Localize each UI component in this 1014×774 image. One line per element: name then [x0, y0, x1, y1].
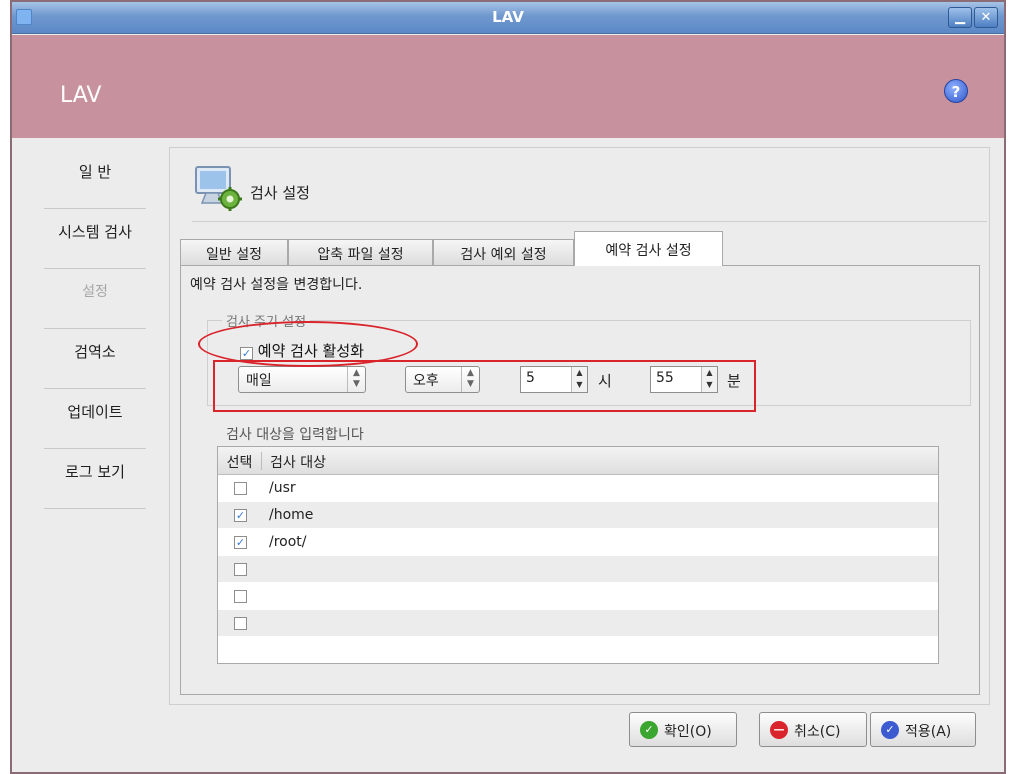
table-row[interactable]: ✓ /home [218, 502, 938, 529]
content-title: 검사 설정 [250, 184, 310, 202]
monitor-gear-icon [195, 166, 242, 211]
check-icon: ✓ [640, 721, 658, 739]
minimize-button[interactable]: ▁ [948, 7, 972, 28]
ok-button[interactable]: ✓ 확인(O) [629, 712, 737, 747]
sidebar-item-general[interactable]: 일 반 [44, 149, 146, 209]
ok-button-label: 확인(O) [664, 724, 712, 740]
settings-content: 검사 설정 일반 설정 압축 파일 설정 검사 예외 설정 예약 검사 설정 예… [169, 147, 990, 705]
row-path: /root/ [269, 534, 307, 550]
tab-bar: 일반 설정 압축 파일 설정 검사 예외 설정 예약 검사 설정 [180, 231, 980, 266]
title-bar[interactable]: LAV ▁ ✕ [12, 2, 1004, 34]
sidebar-item-settings[interactable]: 설정 [44, 269, 146, 329]
tab-general-settings[interactable]: 일반 설정 [180, 239, 288, 266]
main-area: 일 반 시스템 검사 설정 검역소 업데이트 로그 보기 검사 설정 일반 설정… [12, 139, 1004, 772]
tab-exclusion-settings[interactable]: 검사 예외 설정 [433, 239, 574, 266]
row-path: /usr [269, 480, 296, 496]
help-icon[interactable]: ? [944, 79, 968, 103]
annotation-rectangle [213, 360, 756, 412]
content-header: 검사 설정 [192, 160, 987, 222]
column-header-select[interactable]: 선택 [218, 452, 262, 471]
minus-icon: — [770, 721, 788, 739]
close-button[interactable]: ✕ [974, 7, 998, 28]
apply-button[interactable]: ✓ 적용(A) [870, 712, 976, 747]
row-checkbox[interactable] [234, 563, 247, 576]
row-checkbox[interactable] [234, 482, 247, 495]
tab-scheduled-scan-settings[interactable]: 예약 검사 설정 [574, 231, 723, 266]
targets-table: 선택 검사 대상 /usr ✓ /home ✓ /root/ [217, 446, 939, 664]
sidebar-item-system-scan[interactable]: 시스템 검사 [44, 209, 146, 269]
row-checkbox[interactable]: ✓ [234, 509, 247, 522]
row-checkbox[interactable] [234, 590, 247, 603]
table-header: 선택 검사 대상 [218, 447, 938, 475]
cancel-button-label: 취소(C) [794, 724, 841, 740]
table-row[interactable] [218, 556, 938, 583]
table-row[interactable] [218, 610, 938, 637]
apply-button-label: 적용(A) [905, 724, 952, 740]
table-row[interactable]: ✓ /root/ [218, 529, 938, 556]
app-header: LAV ? [12, 35, 1004, 138]
column-header-target[interactable]: 검사 대상 [270, 452, 326, 472]
sidebar-item-update[interactable]: 업데이트 [44, 389, 146, 449]
tab-archive-settings[interactable]: 압축 파일 설정 [288, 239, 433, 266]
table-row[interactable] [218, 583, 938, 610]
targets-label: 검사 대상을 입력합니다 [226, 427, 364, 443]
panel-description: 예약 검사 설정을 변경합니다. [190, 277, 363, 293]
row-checkbox[interactable] [234, 617, 247, 630]
sidebar-item-quarantine[interactable]: 검역소 [44, 329, 146, 389]
table-row[interactable]: /usr [218, 475, 938, 502]
app-name: LAV [60, 83, 102, 108]
sidebar: 일 반 시스템 검사 설정 검역소 업데이트 로그 보기 [44, 149, 146, 509]
row-checkbox[interactable]: ✓ [234, 536, 247, 549]
cancel-button[interactable]: — 취소(C) [759, 712, 867, 747]
check-icon: ✓ [881, 721, 899, 739]
window-title: LAV [492, 8, 524, 26]
sidebar-item-view-log[interactable]: 로그 보기 [44, 449, 146, 509]
row-path: /home [269, 507, 314, 523]
